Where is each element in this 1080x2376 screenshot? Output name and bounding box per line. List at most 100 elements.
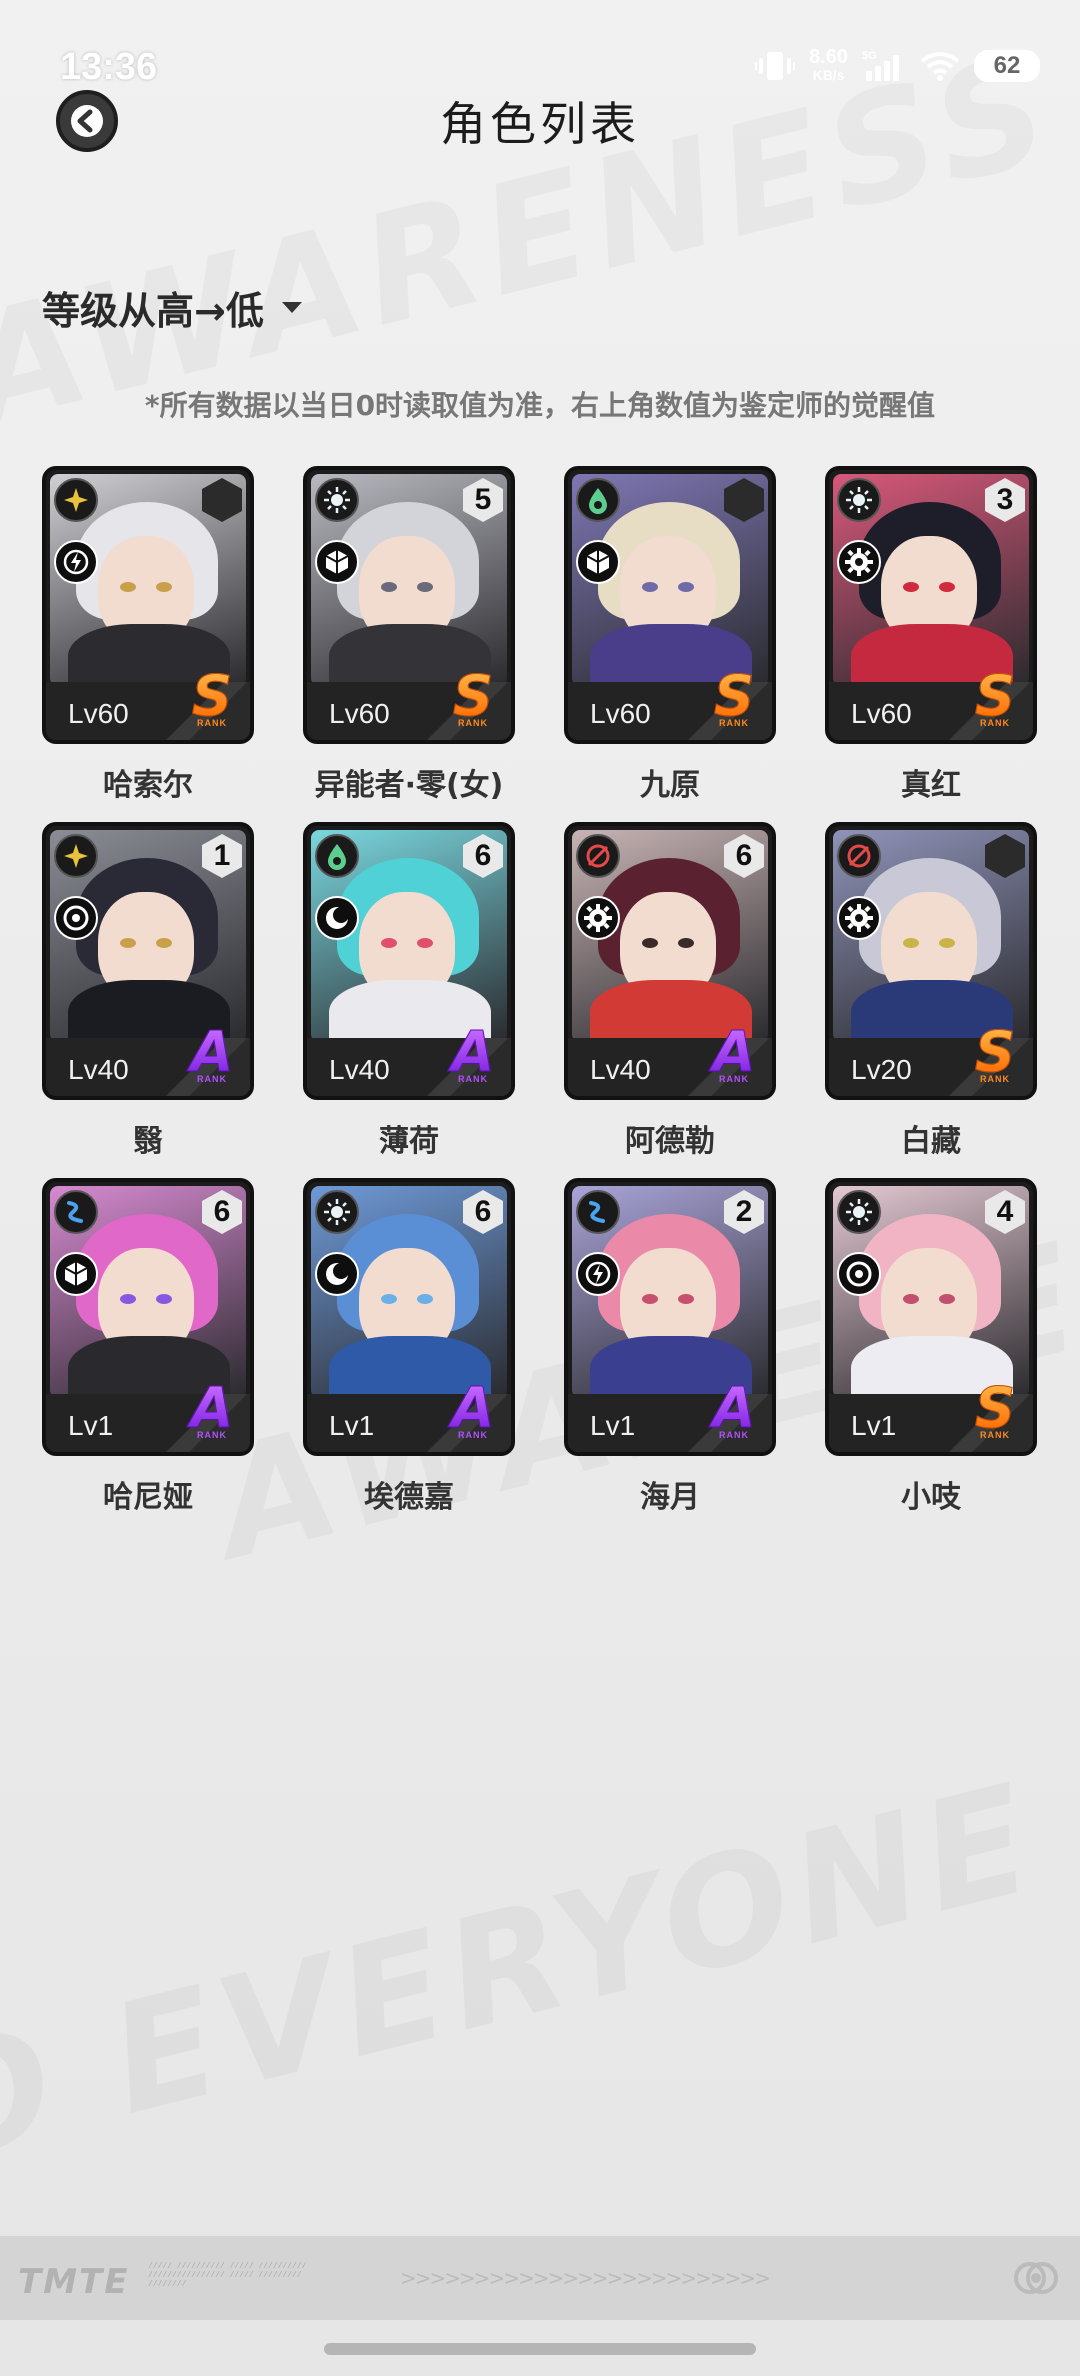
character-card[interactable]: 5 Lv60 S RANK [303,466,515,744]
character-cell: Lv60 S RANK 九原 [564,466,776,822]
character-name: 海月 [640,1480,700,1515]
wifi-icon [920,51,960,81]
status-time: 13:36 [60,46,158,88]
level-text: Lv60 [329,698,390,729]
vibrate-icon [755,50,796,82]
level-text: Lv60 [68,698,129,729]
level-text: Lv40 [590,1054,651,1085]
level-text: Lv40 [68,1054,129,1085]
cell-signal-icon: 5G [862,49,906,83]
level-text: Lv60 [851,698,912,729]
awaken-badge: 6 [724,834,764,878]
spiral-icon [837,1252,881,1296]
element-yellow-star-icon [54,478,98,522]
rank-badge: A RANK [441,1380,505,1446]
awaken-badge: 4 [985,1190,1025,1234]
awaken-badge: 3 [985,478,1025,522]
character-cell: 3 Lv60 S RANK 真红 [825,466,1037,822]
character-cell: 5 Lv60 S RANK 异能者·零(女) [303,466,515,822]
character-cell: 2 Lv1 A RANK 海月 [564,1178,776,1534]
character-grid: Lv60 S RANK 哈索尔 5 Lv60 S RANK 异能者·零(女) L… [42,466,1037,1534]
gear-icon [576,896,620,940]
character-cell: 6 Lv40 A RANK 薄荷 [303,822,515,1178]
level-text: Lv1 [68,1410,114,1441]
awaken-badge [202,478,242,522]
footer-chevrons: >>>>>>>>>>>>>>>>>>>>>>>>> [400,2266,771,2290]
element-red-target-icon [837,834,881,878]
character-cell: Lv20 S RANK 白藏 [825,822,1037,1178]
awaken-badge: 1 [202,834,242,878]
character-name: 薄荷 [379,1124,439,1159]
character-name: 小吱 [901,1480,961,1515]
character-name: 异能者·零(女) [314,768,504,803]
rank-badge: A RANK [702,1380,766,1446]
character-card[interactable]: 2 Lv1 A RANK [564,1178,776,1456]
lightning-icon [576,1252,620,1296]
rank-badge: S RANK [702,668,766,734]
awaken-badge: 6 [463,1190,503,1234]
rank-badge: S RANK [963,1024,1027,1090]
svg-text:5G: 5G [862,50,877,62]
character-name: 白藏 [901,1124,961,1159]
awaken-badge [724,478,764,522]
character-card[interactable]: 4 Lv1 S RANK [825,1178,1037,1456]
level-text: Lv40 [329,1054,390,1085]
character-card[interactable]: 6 Lv1 A RANK [303,1178,515,1456]
rank-badge: S RANK [441,668,505,734]
character-card[interactable]: Lv60 S RANK [564,466,776,744]
element-red-target-icon [576,834,620,878]
rank-badge: S RANK [180,668,244,734]
element-blue-wave-icon [54,1190,98,1234]
character-card[interactable]: 6 Lv40 A RANK [303,822,515,1100]
element-white-sun-icon [315,478,359,522]
character-card[interactable]: 6 Lv1 A RANK [42,1178,254,1456]
sort-dropdown[interactable]: 等级从高→低 [42,280,302,335]
character-cell: 6 Lv1 A RANK 哈尼娅 [42,1178,254,1534]
gear-icon [837,540,881,584]
character-cell: Lv60 S RANK 哈索尔 [42,466,254,822]
cube-icon [54,1252,98,1296]
rank-badge: A RANK [702,1024,766,1090]
element-green-drop-icon [315,834,359,878]
character-card[interactable]: 1 Lv40 A RANK [42,822,254,1100]
character-card[interactable]: Lv60 S RANK [42,466,254,744]
net-speed: 8.60 KB/s [809,46,848,83]
element-green-drop-icon [576,478,620,522]
awaken-badge: 5 [463,478,503,522]
sort-label: 等级从高→低 [42,289,264,333]
status-indicators: 8.60 KB/s 5G 62 [755,46,1040,84]
moon-icon [315,1252,359,1296]
cube-icon [315,540,359,584]
character-card[interactable]: Lv20 S RANK [825,822,1037,1100]
character-card[interactable]: 3 Lv60 S RANK [825,466,1037,744]
rank-badge: S RANK [963,1380,1027,1446]
page-title: 角色列表 [440,97,640,151]
level-text: Lv1 [851,1410,897,1441]
moon-icon [315,896,359,940]
element-white-sun-icon [837,478,881,522]
character-card[interactable]: 6 Lv40 A RANK [564,822,776,1100]
element-blue-wave-icon [576,1190,620,1234]
character-name: 哈索尔 [103,768,193,803]
character-name: 翳 [133,1124,163,1159]
level-text: Lv20 [851,1054,912,1085]
footer-logo: TMTE [18,2262,130,2302]
awaken-badge: 6 [463,834,503,878]
battery-indicator: 62 [974,50,1040,82]
cube-icon [576,540,620,584]
character-cell: 6 Lv40 A RANK 阿德勒 [564,822,776,1178]
footer-decoration-text: ///// ////////// ///// ////////// //////… [148,2262,307,2289]
awaken-badge [985,834,1025,878]
note-text: *所有数据以当日0时读取值为准，右上角数值为鉴定师的觉醒值 [144,389,936,422]
level-text: Lv60 [590,698,651,729]
element-white-sun-icon [315,1190,359,1234]
home-indicator[interactable] [324,2343,756,2355]
caret-down-icon [281,302,302,313]
character-name: 阿德勒 [625,1124,715,1159]
character-cell: 4 Lv1 S RANK 小吱 [825,1178,1037,1534]
character-name: 埃德嘉 [364,1480,454,1515]
spiral-icon [54,896,98,940]
awaken-badge: 2 [724,1190,764,1234]
rank-badge: S RANK [963,668,1027,734]
character-name: 真红 [901,768,961,803]
